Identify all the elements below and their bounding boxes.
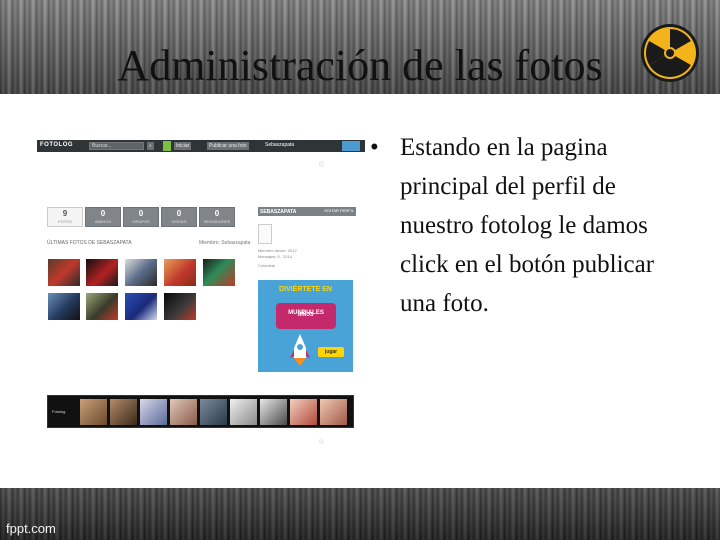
- member-link[interactable]: Miembro: Sebaszapata: [199, 240, 250, 246]
- photos-heading: ÚLTIMAS FOTOS DE SEBASZAPATA: [47, 240, 132, 246]
- stat-label: AMIGOS: [94, 219, 111, 224]
- bullet-point: • Estando en la pagina principal del per…: [370, 128, 690, 323]
- ad-play-button[interactable]: jugar: [318, 347, 344, 357]
- strip-label: Fotolog: [52, 409, 66, 414]
- strip-thumbnail[interactable]: [320, 399, 347, 425]
- ad-banner[interactable]: DIVIÉRTETE EN MUNDIALES NIÑOS jugar: [258, 280, 353, 372]
- bullet-text: Estando en la pagina principal del perfi…: [400, 134, 655, 317]
- stat-label: SEGUIDORES: [203, 219, 231, 224]
- stat-card[interactable]: 0 VISITAS: [161, 207, 197, 227]
- profile-header: SEBASZAPATA EDITAR PERFIL: [258, 207, 356, 216]
- slide-title: Administración de las fotos: [117, 41, 603, 90]
- stat-label: GRUPOS: [132, 219, 150, 224]
- photo-thumbnail[interactable]: [86, 259, 118, 286]
- stat-value: 9: [62, 209, 68, 218]
- radiation-icon: [641, 24, 699, 82]
- small-mark: ⓘ: [319, 439, 325, 445]
- photo-thumbnail[interactable]: [125, 293, 157, 320]
- photo-thumbnail[interactable]: [203, 259, 235, 286]
- photo-thumbnail[interactable]: [86, 293, 118, 320]
- stat-value: 0: [138, 209, 144, 218]
- photo-strip: Fotolog: [47, 395, 354, 428]
- stat-label: VISITAS: [171, 219, 187, 224]
- stat-value: 0: [100, 209, 106, 218]
- strip-thumbnail[interactable]: [260, 399, 287, 425]
- strip-thumbnail[interactable]: [290, 399, 317, 425]
- home-button[interactable]: Iniciar: [174, 142, 192, 150]
- strip-thumbnail[interactable]: [110, 399, 137, 425]
- stat-card[interactable]: 9 FOTOS: [47, 207, 83, 227]
- fotolog-navbar: FOTOLOG Buscar... ⌕ Iniciar Publicar una…: [37, 140, 365, 152]
- stat-card[interactable]: 0 AMIGOS: [85, 207, 121, 227]
- strip-thumbnail[interactable]: [80, 399, 107, 425]
- strip-thumbnail[interactable]: [200, 399, 227, 425]
- profile-name: SEBASZAPATA: [260, 209, 297, 215]
- fotolog-screenshot: FOTOLOG Buscar... ⌕ Iniciar Publicar una…: [37, 137, 365, 445]
- photo-thumbnail[interactable]: [48, 293, 80, 320]
- rocket-icon: [290, 334, 310, 366]
- stat-label: FOTOS: [58, 219, 72, 224]
- ad-title: DIVIÉRTETE EN: [279, 286, 332, 293]
- photo-thumbnail[interactable]: [125, 259, 157, 286]
- user-name[interactable]: Sebaszapata: [265, 142, 294, 148]
- publish-photo-button[interactable]: Publicar una foto: [207, 142, 249, 150]
- photo-thumbnail[interactable]: [164, 259, 196, 286]
- stat-card[interactable]: 0 SEGUIDORES: [199, 207, 235, 227]
- profile-info: Mensajes: 9 - 2014: [258, 254, 293, 259]
- strip-thumbnail[interactable]: [140, 399, 167, 425]
- stat-value: 0: [176, 209, 182, 218]
- photo-thumbnail[interactable]: [48, 259, 80, 286]
- strip-thumbnail[interactable]: [230, 399, 257, 425]
- footer-text: fppt.com: [6, 521, 56, 536]
- stat-value: 0: [214, 209, 220, 218]
- status-indicator: [163, 141, 171, 151]
- profile-location: Colombia: [258, 263, 275, 268]
- avatar[interactable]: [258, 224, 272, 244]
- photo-thumbnail[interactable]: [164, 293, 196, 320]
- profile-info: Miembro desde: 2012: [258, 248, 297, 253]
- search-input[interactable]: Buscar...: [89, 142, 144, 150]
- edit-profile-button[interactable]: EDITAR PERFIL: [325, 208, 355, 213]
- search-icon[interactable]: ⌕: [147, 142, 154, 150]
- small-mark: ⓘ: [319, 162, 325, 168]
- strip-thumbnail[interactable]: [170, 399, 197, 425]
- fotolog-logo[interactable]: FOTOLOG: [40, 142, 73, 148]
- bullet-icon: •: [370, 134, 379, 161]
- menu-button[interactable]: [342, 141, 360, 151]
- stat-card[interactable]: 0 GRUPOS: [123, 207, 159, 227]
- slide-footer-band: [0, 488, 720, 540]
- ad-kids-text: NIÑOS: [297, 312, 314, 318]
